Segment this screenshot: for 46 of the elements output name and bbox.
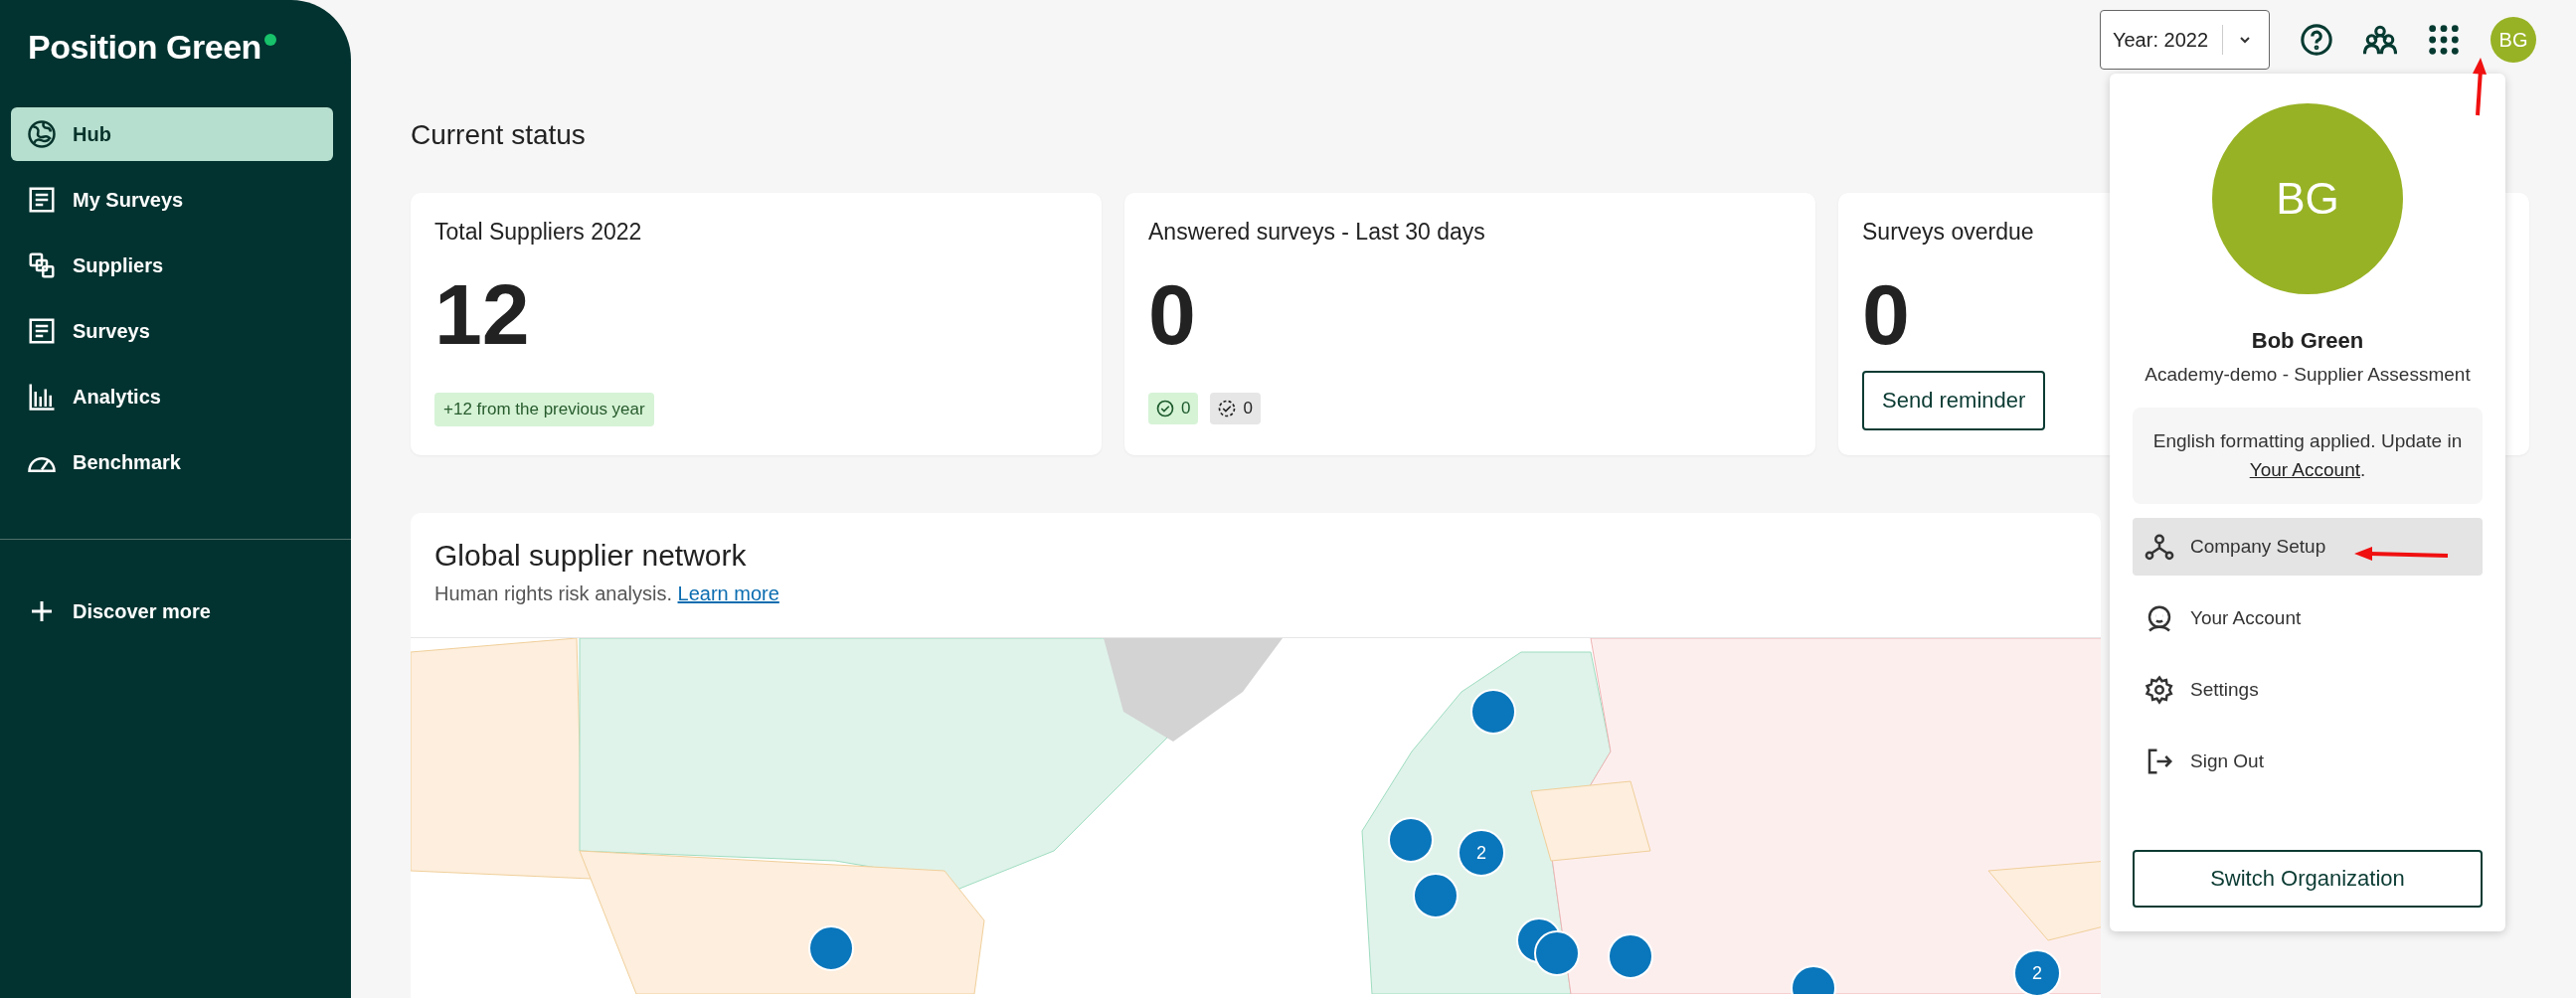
apps-grid-icon[interactable] xyxy=(2427,23,2461,57)
stat-value: 0 xyxy=(1148,271,1196,357)
sidebar-item[interactable]: My Surveys xyxy=(11,173,333,227)
globe-icon xyxy=(27,119,57,149)
dashed-check-icon xyxy=(1218,400,1237,417)
your-account-link[interactable]: Your Account xyxy=(2249,458,2360,480)
card-title: Answered surveys - Last 30 days xyxy=(1148,219,1486,246)
profile-avatar: BG xyxy=(2212,103,2403,294)
menu-item[interactable]: Company Setup xyxy=(2133,518,2483,576)
chart-icon xyxy=(27,382,57,412)
dot-icon xyxy=(263,34,276,46)
discover-more-link[interactable]: Discover more xyxy=(11,584,333,638)
card-title: Total Suppliers 2022 xyxy=(434,219,643,246)
user-name: Bob Green xyxy=(2250,328,2365,354)
section-subtitle: Human rights risk analysis. Learn more xyxy=(434,582,780,605)
settings-icon xyxy=(2145,675,2174,705)
organization-name: Academy-demo - Supplier Assessment xyxy=(2144,364,2472,386)
year-select[interactable]: Year: 2022 xyxy=(2100,10,2270,70)
sidebar-item[interactable]: Suppliers xyxy=(11,239,333,292)
check-circle-icon xyxy=(1156,400,1174,417)
send-reminder-button[interactable]: Send reminder xyxy=(1862,371,2046,430)
help-icon[interactable] xyxy=(2300,23,2333,57)
learn-more-link[interactable]: Learn more xyxy=(677,582,779,604)
sidebar-item[interactable]: Surveys xyxy=(11,304,333,358)
pending-count-badge: 0 xyxy=(1210,393,1261,424)
card-title: Surveys overdue xyxy=(1862,219,2035,246)
switch-organization-button[interactable]: Switch Organization xyxy=(2133,850,2483,908)
document-icon xyxy=(27,185,57,215)
people-icon[interactable] xyxy=(2363,23,2397,57)
trend-badge: +12 from the previous year xyxy=(434,393,654,426)
menu-item[interactable]: Settings xyxy=(2133,661,2483,719)
squares-icon xyxy=(27,250,57,280)
brand-logo[interactable]: Position Green xyxy=(28,28,261,67)
stat-value: 12 xyxy=(434,271,530,357)
sidebar-item[interactable]: Analytics xyxy=(11,370,333,423)
document-icon xyxy=(27,316,57,346)
sidebar-item[interactable]: Hub xyxy=(11,107,333,161)
menu-item[interactable]: Your Account xyxy=(2133,589,2483,647)
section-title: Global supplier network xyxy=(434,539,748,573)
formatting-notice: English formatting applied. Update in Your Account. xyxy=(2133,408,2483,504)
hierarchy-icon xyxy=(2145,532,2174,562)
stat-value: 0 xyxy=(1862,271,1910,357)
menu-item[interactable]: Sign Out xyxy=(2133,733,2483,790)
sidebar-item[interactable]: Benchmark xyxy=(11,435,333,489)
page-title: Current status xyxy=(411,119,587,151)
answered-count-badge: 0 xyxy=(1148,393,1199,424)
